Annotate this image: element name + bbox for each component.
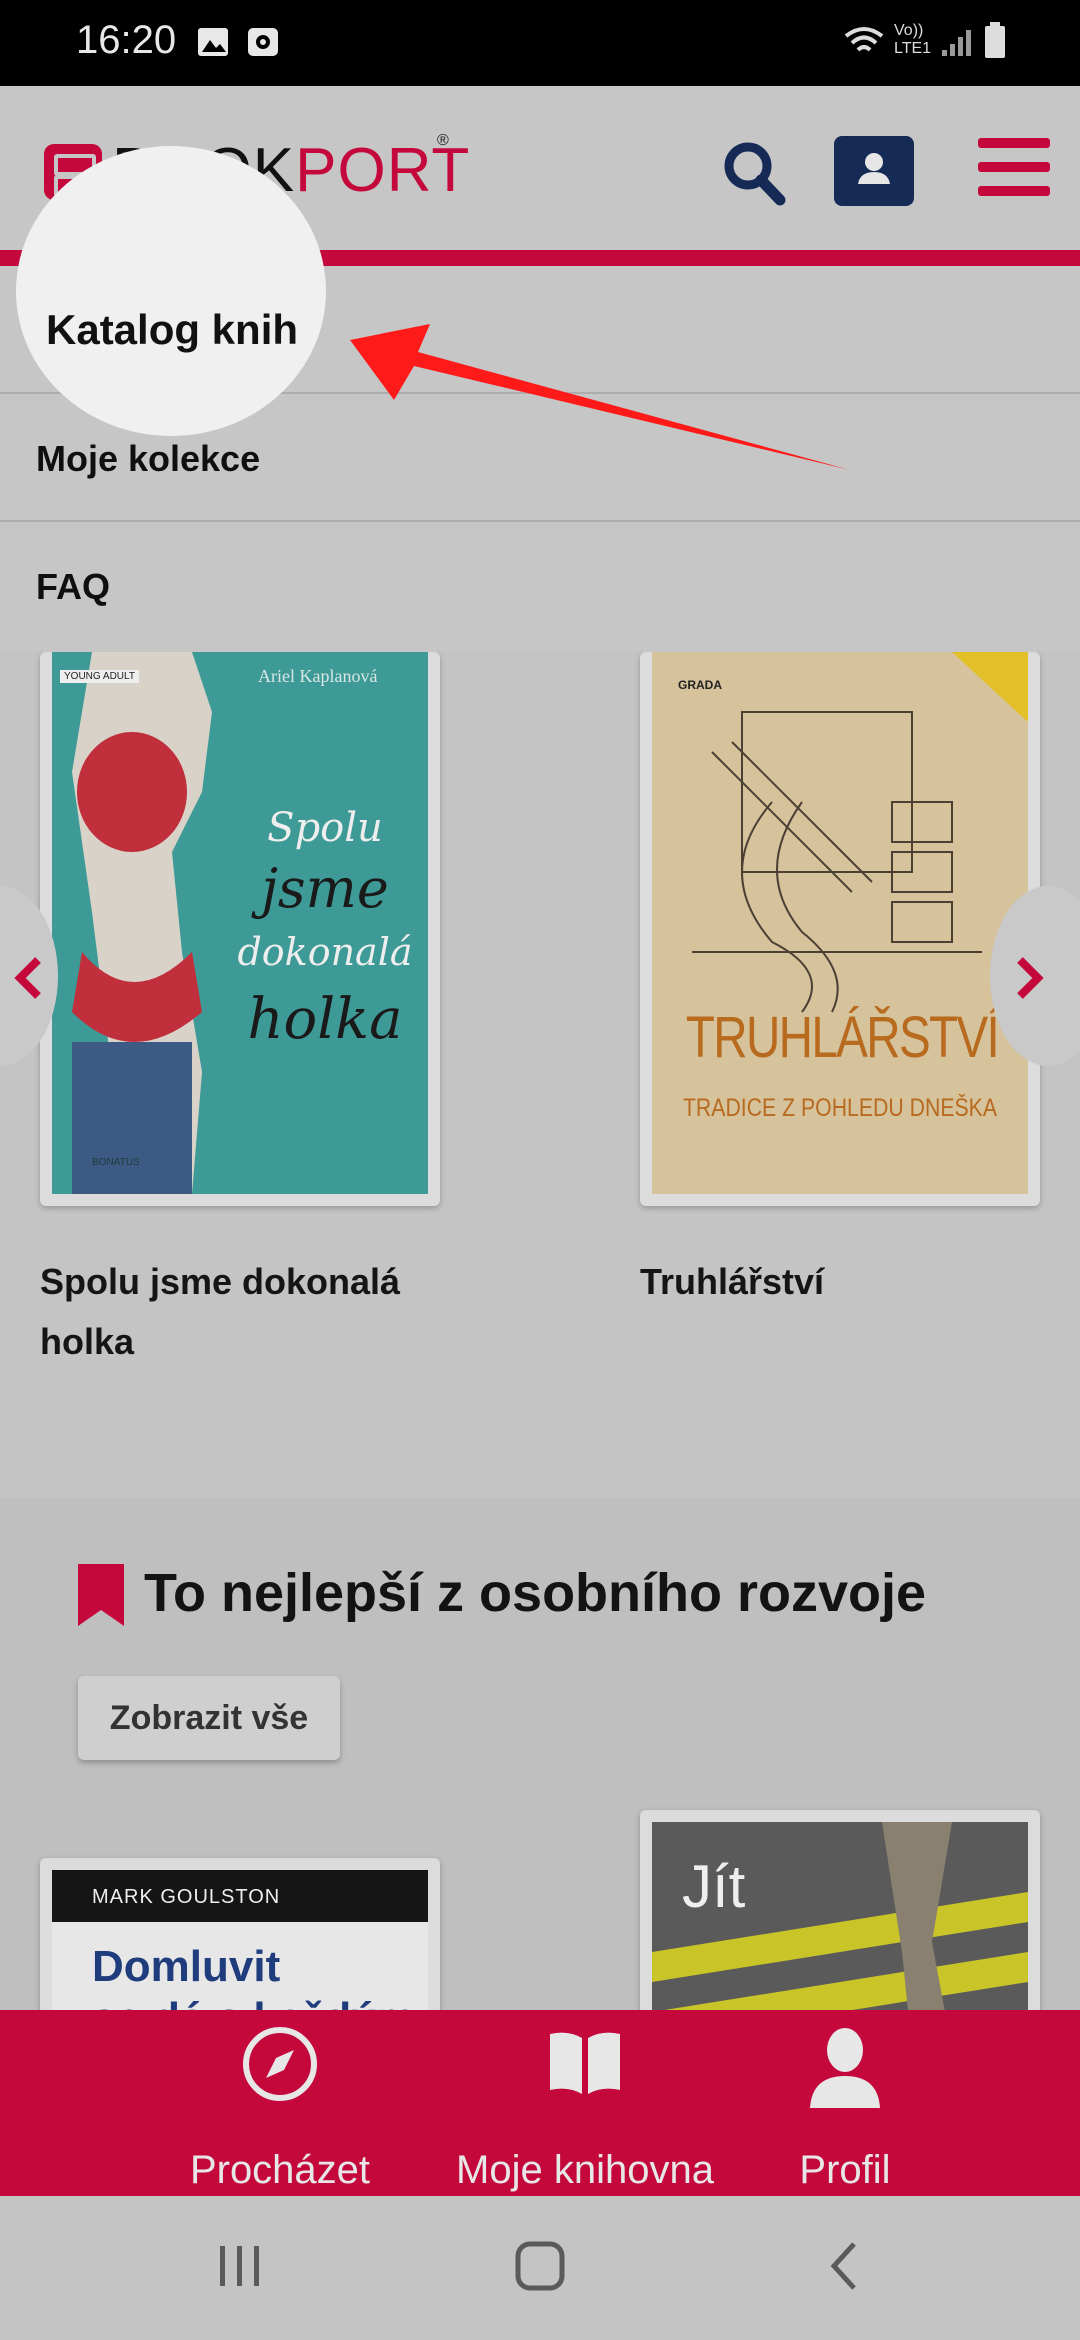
book-title[interactable]: Spolu jsme dokonalá holka xyxy=(40,1252,460,1372)
cover-title-block: Spolu jsme dokonalá holka xyxy=(237,805,413,1052)
cover-title: Domluvit xyxy=(92,1942,281,1991)
cover-title: TRUHLÁŘSTVÍ xyxy=(685,1005,1000,1070)
main-content: YOUNG ADULT Ariel Kaplanová Spolu jsme d… xyxy=(0,652,1080,2010)
cover-publisher: GRADA xyxy=(678,678,722,692)
bookmark-icon xyxy=(78,1564,124,1626)
book-card-cover[interactable]: MARK GOULSTON Domluvit se dá s každým xyxy=(40,1858,440,2010)
hamburger-menu-button[interactable] xyxy=(978,138,1050,204)
book-title[interactable]: Truhlářství xyxy=(640,1252,1060,1312)
bottom-navigation: Procházet Moje knihovna Profil xyxy=(0,2010,1080,2196)
status-bar: 16:20 Vo)) LTE1 xyxy=(0,0,1080,86)
cover-title: se dá s každým xyxy=(92,1994,415,2010)
section-title: To nejlepší z osobního rozvoje xyxy=(144,1563,927,1623)
network-label: Vo)) LTE1 xyxy=(894,22,932,57)
nav-my-library[interactable]: Moje knihovna xyxy=(440,2010,730,2196)
menu-item-katalog-knih-label[interactable]: Katalog knih xyxy=(46,306,298,354)
menu-bar-icon xyxy=(978,138,1050,148)
book-cover: Jít xyxy=(652,1822,1028,2010)
registered-mark: ® xyxy=(437,132,449,149)
signal-icon xyxy=(942,30,971,56)
home-icon[interactable] xyxy=(514,2240,566,2292)
chevron-left-icon xyxy=(14,957,41,999)
book-card-cover[interactable]: YOUNG ADULT Ariel Kaplanová Spolu jsme d… xyxy=(40,652,440,1206)
gallery-icon xyxy=(198,28,228,56)
user-icon xyxy=(858,153,890,184)
chevron-right-icon xyxy=(1017,957,1044,999)
status-time: 16:20 xyxy=(76,18,177,62)
system-navigation-bar xyxy=(0,2196,1080,2340)
cover-title: Jít xyxy=(682,1853,746,1920)
battery-icon xyxy=(985,22,1005,58)
book-icon xyxy=(550,2032,620,2094)
recent-apps-icon[interactable] xyxy=(216,2242,264,2290)
cover-author: MARK GOULSTON xyxy=(92,1886,281,1908)
compass-icon xyxy=(243,2027,317,2101)
menu-bar-icon xyxy=(978,162,1050,172)
book-cover: GRADA TRUHLÁŘSTVÍ TRADICE Z POHLEDU DNEŠ… xyxy=(652,652,1028,1194)
cover-subtitle: TRADICE Z POHLEDU DNEŠKA xyxy=(682,1094,998,1122)
show-all-button[interactable]: Zobrazit vše xyxy=(78,1676,340,1760)
search-button[interactable] xyxy=(718,138,790,210)
cover-author: Ariel Kaplanová xyxy=(258,666,378,686)
search-icon xyxy=(724,142,786,206)
book-card-cover[interactable]: GRADA TRUHLÁŘSTVÍ TRADICE Z POHLEDU DNEŠ… xyxy=(640,652,1040,1206)
menu-bar-icon xyxy=(978,186,1050,196)
record-icon xyxy=(248,28,278,56)
cover-series-label: YOUNG ADULT xyxy=(60,670,139,683)
book-card-cover[interactable]: Jít xyxy=(640,1810,1040,2010)
account-button[interactable] xyxy=(834,136,914,206)
book-cover: MARK GOULSTON Domluvit se dá s každým xyxy=(52,1870,428,2010)
tutorial-arrow-icon xyxy=(350,324,850,470)
nav-profile[interactable]: Profil xyxy=(770,2010,920,2196)
book-cover: YOUNG ADULT Ariel Kaplanová Spolu jsme d… xyxy=(52,652,428,1194)
nav-browse[interactable]: Procházet xyxy=(180,2010,380,2196)
wifi-icon xyxy=(844,27,884,52)
tutorial-spotlight xyxy=(16,146,326,436)
back-icon[interactable] xyxy=(826,2240,862,2292)
person-icon xyxy=(810,2028,880,2108)
cover-publisher: BONATUS xyxy=(92,1157,140,1168)
menu-item-faq[interactable]: FAQ xyxy=(0,522,1080,650)
